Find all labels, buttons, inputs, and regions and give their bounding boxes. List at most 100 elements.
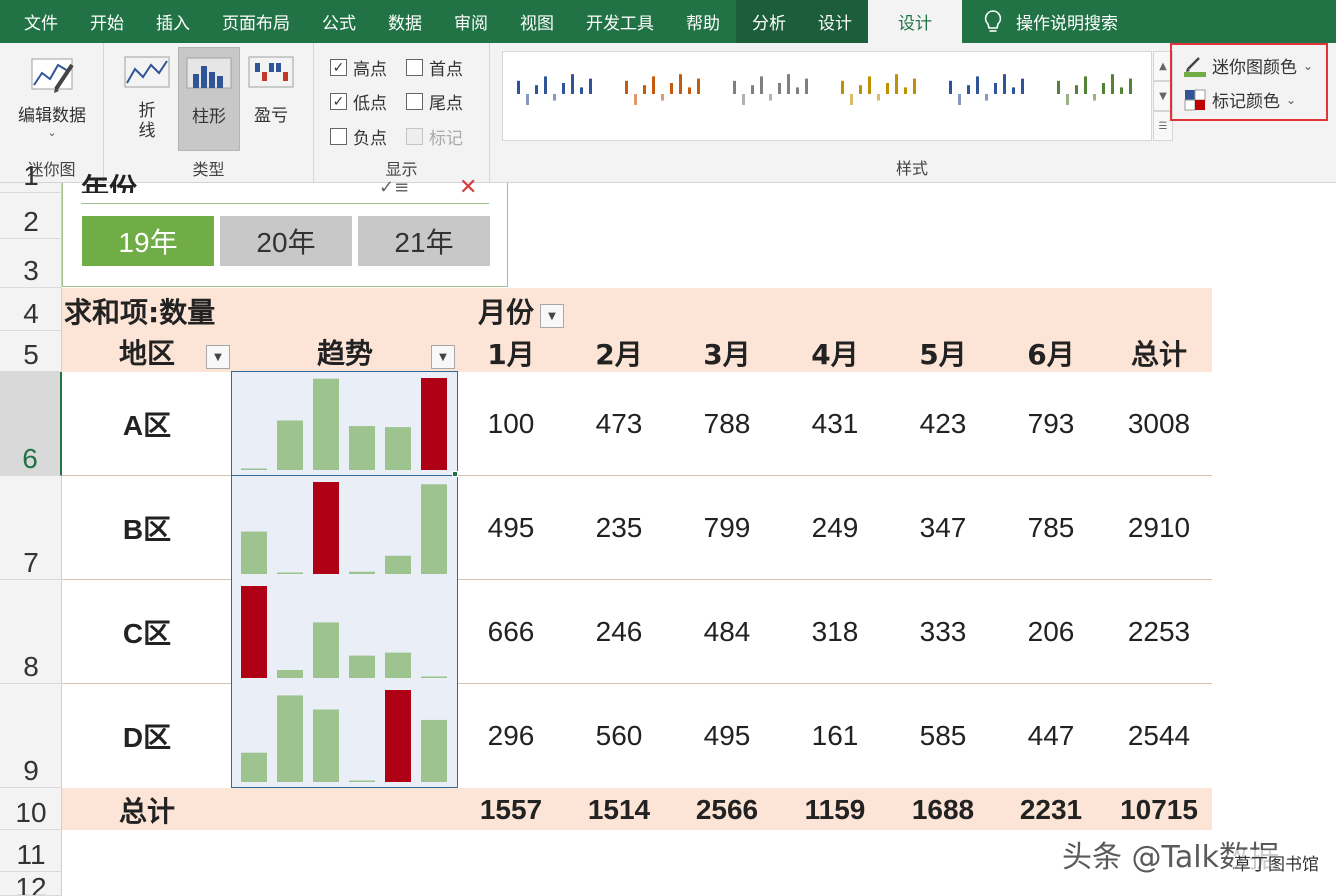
first-point-check[interactable] [406,59,423,76]
total-cell[interactable]: 1159 [781,788,889,832]
last-point-check[interactable] [406,93,423,110]
total-cell[interactable]: 10715 [1105,788,1213,832]
row-header-8[interactable]: 8 [0,580,62,684]
style-swatch-2[interactable] [621,66,707,122]
col-header-1[interactable]: 1月 [457,332,565,374]
table-cell[interactable]: 495 [457,476,565,580]
table-cell[interactable]: 423 [889,372,997,476]
pivot-corner-label[interactable]: 求和项:数量 [64,290,215,332]
style-swatch-6[interactable] [1053,66,1139,122]
table-cell[interactable]: 495 [673,684,781,788]
table-cell[interactable]: 2910 [1105,476,1213,580]
fill-handle[interactable] [452,471,458,477]
tab-sparkline-design[interactable]: 设计 [868,0,962,43]
edit-data-button[interactable]: 编辑数据 ⌄ [14,47,90,151]
tab-insert[interactable]: 插入 [140,0,206,43]
type-column-button[interactable]: 柱形 [178,47,240,151]
multi-select-icon[interactable]: ✓≡ [379,177,409,193]
clear-filter-icon[interactable]: ✕ [459,175,477,193]
tab-review[interactable]: 审阅 [438,0,504,43]
row-label[interactable]: D区 [62,684,232,788]
table-cell[interactable]: 3008 [1105,372,1213,476]
row-header-6[interactable]: 6 [0,372,62,476]
total-cell[interactable]: 1514 [565,788,673,832]
sparkline-row-a[interactable] [232,372,456,476]
tab-pivot-analyze[interactable]: 分析 [736,0,802,43]
row-header-5[interactable]: 5 [0,331,62,372]
tab-data[interactable]: 数据 [372,0,438,43]
col-field-label[interactable]: 月份 [478,290,534,332]
row-header-9[interactable]: 9 [0,684,62,788]
table-cell[interactable]: 161 [781,684,889,788]
table-cell[interactable]: 447 [997,684,1105,788]
tab-home[interactable]: 开始 [74,0,140,43]
table-cell[interactable]: 473 [565,372,673,476]
table-cell[interactable]: 484 [673,580,781,684]
total-cell[interactable]: 2231 [997,788,1105,832]
sparkline-row-b[interactable] [232,476,456,580]
sparkline-row-c[interactable] [232,580,456,684]
total-label[interactable]: 总计 [62,788,232,832]
col-header-7[interactable]: 总计 [1105,332,1213,374]
col-header-2[interactable]: 2月 [565,332,673,374]
col-header-5[interactable]: 5月 [889,332,997,374]
table-cell[interactable]: 431 [781,372,889,476]
tab-developer[interactable]: 开发工具 [570,0,670,43]
total-cell[interactable]: 1688 [889,788,997,832]
table-cell[interactable]: 246 [565,580,673,684]
table-cell[interactable]: 585 [889,684,997,788]
row-label[interactable]: C区 [62,580,232,684]
negative-point-checkbox[interactable]: 负点 [330,124,387,149]
first-point-checkbox[interactable]: 首点 [406,55,463,80]
table-cell[interactable]: 560 [565,684,673,788]
table-cell[interactable]: 333 [889,580,997,684]
row-header-12[interactable]: 12 [0,872,62,896]
table-cell[interactable]: 100 [457,372,565,476]
style-swatch-3[interactable] [729,66,815,122]
col-header-6[interactable]: 6月 [997,332,1105,374]
row-header-10[interactable]: 10 [0,788,62,830]
row-header-3[interactable]: 3 [0,239,62,288]
tab-pivot-design[interactable]: 设计 [802,0,868,43]
tell-me-search[interactable]: 操作说明搜索 [962,0,1118,43]
high-point-check[interactable]: ✓ [330,59,347,76]
row-header-11[interactable]: 11 [0,830,62,872]
style-swatch-4[interactable] [837,66,923,122]
table-cell[interactable]: 249 [781,476,889,580]
table-cell[interactable]: 206 [997,580,1105,684]
marker-color-button[interactable]: 标记颜色 ⌄ [1184,87,1296,112]
type-winloss-button[interactable]: 盈亏 [240,47,302,151]
row-header-2[interactable]: 2 [0,193,62,239]
tab-page-layout[interactable]: 页面布局 [206,0,306,43]
high-point-checkbox[interactable]: ✓ 高点 [330,55,387,80]
low-point-checkbox[interactable]: ✓ 低点 [330,89,387,114]
table-cell[interactable]: 347 [889,476,997,580]
sparkline-color-button[interactable]: 迷你图颜色 ⌄ [1184,53,1313,78]
table-cell[interactable]: 318 [781,580,889,684]
low-point-check[interactable]: ✓ [330,93,347,110]
table-cell[interactable]: 799 [673,476,781,580]
last-point-checkbox[interactable]: 尾点 [406,89,463,114]
type-line-button[interactable]: 折 线 [116,47,178,151]
slicer-button-21[interactable]: 21年 [358,216,490,266]
trend-filter-icon[interactable]: ▼ [431,345,455,369]
row-header-7[interactable]: 7 [0,476,62,580]
row-field-filter-icon[interactable]: ▼ [206,345,230,369]
style-swatch-1[interactable] [513,66,599,122]
table-cell[interactable]: 788 [673,372,781,476]
style-swatch-5[interactable] [945,66,1031,122]
table-cell[interactable]: 785 [997,476,1105,580]
table-cell[interactable]: 666 [457,580,565,684]
tab-view[interactable]: 视图 [504,0,570,43]
row-header-4[interactable]: 4 [0,288,62,331]
trend-header[interactable]: 趋势 [232,332,458,372]
table-cell[interactable]: 296 [457,684,565,788]
row-label[interactable]: A区 [62,372,232,476]
slicer-button-19[interactable]: 19年 [82,216,214,266]
table-cell[interactable]: 2253 [1105,580,1213,684]
negative-point-check[interactable] [330,128,347,145]
tab-formulas[interactable]: 公式 [306,0,372,43]
table-cell[interactable]: 2544 [1105,684,1213,788]
total-cell[interactable]: 2566 [673,788,781,832]
col-header-3[interactable]: 3月 [673,332,781,374]
